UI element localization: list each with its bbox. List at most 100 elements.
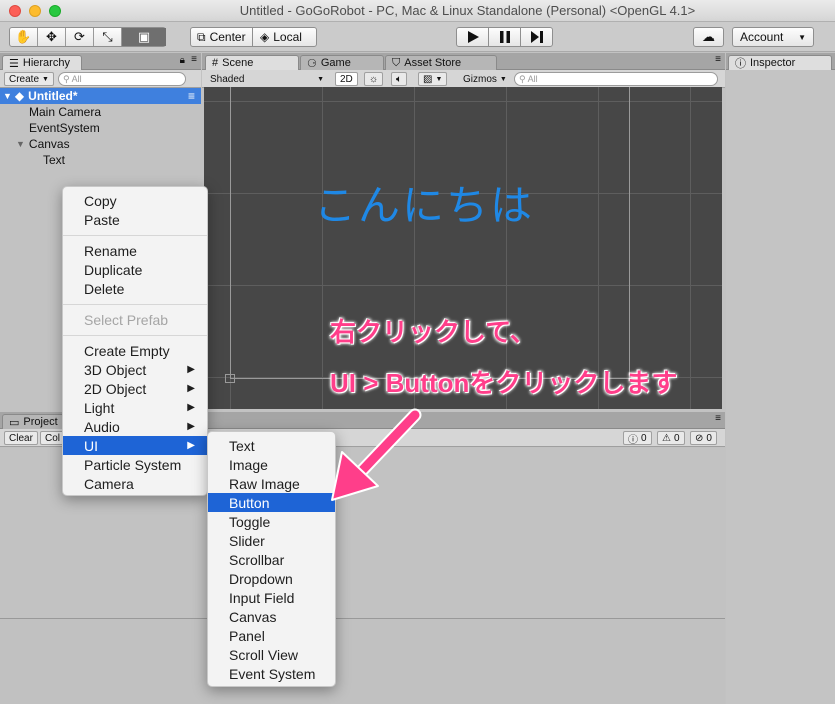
- menu-item-camera[interactable]: Camera: [63, 474, 207, 493]
- panel-menu-icon[interactable]: ≡: [191, 54, 197, 65]
- rotate-tool-icon[interactable]: ⟳: [66, 28, 94, 46]
- cloud-button[interactable]: ☁: [693, 27, 724, 47]
- submenu-item-toggle[interactable]: Toggle: [208, 512, 335, 531]
- submenu-item-text[interactable]: Text: [208, 436, 335, 455]
- account-dropdown[interactable]: Account ▼: [732, 27, 814, 47]
- annotation-line-1: 右クリックして、: [330, 317, 536, 347]
- tree-item-text[interactable]: Text: [0, 152, 201, 168]
- 2d-toggle[interactable]: 2D: [335, 72, 358, 86]
- scene-viewport[interactable]: こんにちは: [204, 87, 722, 409]
- annotation-arrow-icon: [331, 408, 422, 501]
- menu-item-label: UI: [84, 437, 98, 454]
- submenu-item-input-field[interactable]: Input Field: [208, 588, 335, 607]
- play-button[interactable]: [457, 28, 489, 46]
- project-tab-label: Project: [23, 416, 58, 428]
- menu-item-light[interactable]: Light ▶: [63, 398, 207, 417]
- submenu-arrow-icon: ▶: [187, 421, 195, 432]
- expand-arrow-icon[interactable]: ▼: [16, 139, 25, 149]
- log-count-button[interactable]: ⓘ 0: [623, 431, 652, 446]
- info-icon: ⓘ: [628, 434, 638, 446]
- dropdown-arrow-icon: ▼: [435, 75, 443, 83]
- panel-menu-icon[interactable]: ≡: [715, 413, 721, 424]
- panel-menu-icon[interactable]: ≡: [715, 54, 721, 65]
- canvas-text-object[interactable]: こんにちは: [314, 172, 534, 233]
- submenu-item-panel[interactable]: Panel: [208, 626, 335, 645]
- transform-tools: ✋ ✥ ⟳ ⤡ ▣: [9, 27, 166, 47]
- scene-search-input[interactable]: ⚲ All: [514, 72, 718, 86]
- scene-tabbar: # Scene ⚆ Game ⛉ Asset Store ≡: [202, 53, 725, 70]
- menu-item-3d-object[interactable]: 3D Object ▶: [63, 360, 207, 379]
- rect-tool-icon[interactable]: ▣: [122, 28, 166, 46]
- tab-scene[interactable]: # Scene: [205, 55, 299, 70]
- tree-item-eventsystem[interactable]: EventSystem: [0, 120, 201, 136]
- menu-item-2d-object[interactable]: 2D Object ▶: [63, 379, 207, 398]
- hierarchy-toolbar: Create ▼ ⚲ All: [0, 70, 201, 88]
- scene-menu-icon[interactable]: ≡: [188, 89, 195, 103]
- ui-submenu: Text Image Raw Image Button Toggle Slide…: [207, 431, 336, 687]
- menu-item-duplicate[interactable]: Duplicate: [63, 260, 207, 279]
- menu-item-rename[interactable]: Rename: [63, 241, 207, 260]
- shading-dropdown[interactable]: Shaded ▼: [206, 72, 328, 86]
- tab-inspector[interactable]: ⓘ Inspector: [728, 55, 832, 70]
- tab-project[interactable]: ▭ Project: [2, 414, 66, 429]
- submenu-item-image[interactable]: Image: [208, 455, 335, 474]
- scale-tool-icon[interactable]: ⤡: [94, 28, 122, 46]
- submenu-item-raw-image[interactable]: Raw Image: [208, 474, 335, 493]
- submenu-item-scroll-view[interactable]: Scroll View: [208, 645, 335, 664]
- tab-hierarchy[interactable]: ☰ Hierarchy: [2, 55, 82, 70]
- menu-item-paste[interactable]: Paste: [63, 210, 207, 229]
- menu-separator: [63, 235, 207, 236]
- console-divider[interactable]: [0, 618, 725, 619]
- step-button[interactable]: [521, 28, 553, 46]
- lighting-toggle[interactable]: ☼: [364, 72, 384, 86]
- menu-item-copy[interactable]: Copy: [63, 191, 207, 210]
- scene-name-label: Untitled*: [28, 89, 78, 103]
- tree-item-label: Canvas: [28, 137, 70, 151]
- menu-item-label: Paste: [84, 211, 120, 228]
- warning-count-button[interactable]: ⚠ 0: [657, 431, 685, 445]
- dropdown-arrow-icon: ▼: [42, 75, 49, 83]
- menu-item-label: Rename: [84, 242, 137, 259]
- hierarchy-search-input[interactable]: ⚲ All: [58, 72, 186, 86]
- menu-item-create-empty[interactable]: Create Empty: [63, 341, 207, 360]
- tab-asset-store[interactable]: ⛉ Asset Store: [385, 55, 497, 70]
- create-dropdown[interactable]: Create ▼: [4, 72, 54, 86]
- hand-tool-icon[interactable]: ✋: [10, 28, 38, 46]
- pause-button[interactable]: [489, 28, 521, 46]
- pivot-local-button[interactable]: ◈ Local: [254, 28, 316, 46]
- menu-item-audio[interactable]: Audio ▶: [63, 417, 207, 436]
- submenu-item-canvas[interactable]: Canvas: [208, 607, 335, 626]
- menu-item-ui[interactable]: UI ▶: [63, 436, 207, 455]
- tree-item-label: Main Camera: [29, 105, 102, 119]
- tab-game[interactable]: ⚆ Game: [300, 55, 384, 70]
- list-icon: ☰: [9, 57, 19, 70]
- submenu-item-event-system[interactable]: Event System: [208, 664, 335, 683]
- menu-item-label: Audio: [84, 418, 120, 435]
- menu-item-delete[interactable]: Delete: [63, 279, 207, 298]
- clear-button[interactable]: Clear: [4, 431, 38, 445]
- error-count-button[interactable]: ⊘ 0: [690, 431, 717, 445]
- canvas-origin-handle[interactable]: [225, 374, 235, 383]
- warning-icon: ⚠: [662, 432, 671, 444]
- pivot-center-button[interactable]: ⧉ Center: [191, 28, 253, 46]
- submenu-item-button[interactable]: Button: [208, 493, 335, 512]
- bag-icon: ⛉: [392, 56, 401, 69]
- move-tool-icon[interactable]: ✥: [38, 28, 66, 46]
- tree-item-main-camera[interactable]: Main Camera: [0, 104, 201, 120]
- scene-root-row[interactable]: ▼ ◆ Untitled* ≡: [0, 88, 201, 104]
- grid-line: [690, 87, 691, 409]
- tree-item-canvas[interactable]: ▼ Canvas: [0, 136, 201, 152]
- menu-item-label: Delete: [84, 280, 125, 297]
- submenu-item-scrollbar[interactable]: Scrollbar: [208, 550, 335, 569]
- lock-icon[interactable]: 🔒︎: [180, 55, 185, 66]
- playback-controls: [456, 27, 553, 47]
- cube-icon: ◈: [260, 30, 270, 44]
- effects-dropdown[interactable]: ▨ ▼: [418, 72, 448, 86]
- submenu-item-slider[interactable]: Slider: [208, 531, 335, 550]
- expand-arrow-icon[interactable]: ▼: [3, 91, 12, 101]
- menu-item-particle-system[interactable]: Particle System: [63, 455, 207, 474]
- gizmos-dropdown[interactable]: Gizmos ▼: [459, 72, 511, 86]
- audio-toggle[interactable]: 🔈︎: [391, 72, 407, 86]
- submenu-item-dropdown[interactable]: Dropdown: [208, 569, 335, 588]
- menu-item-label: Create Empty: [84, 342, 170, 359]
